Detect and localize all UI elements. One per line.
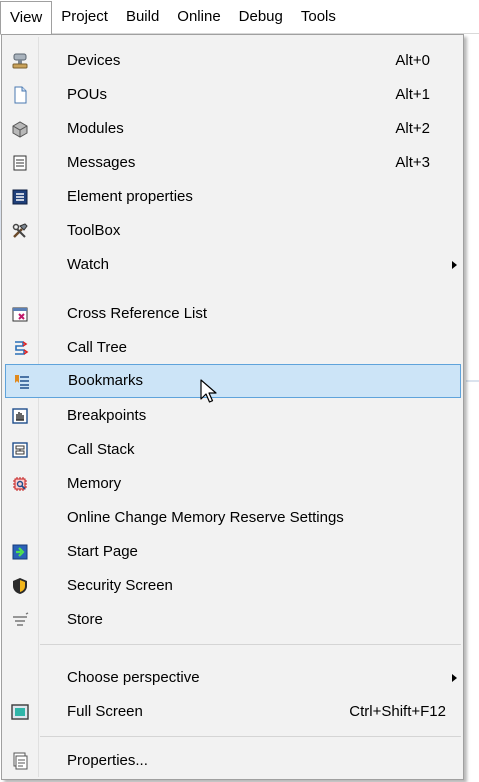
menu-item-shortcut: Ctrl+Shift+F12: [349, 703, 446, 720]
menu-item-label: ToolBox: [67, 222, 121, 239]
menu-item-label: Memory: [67, 475, 122, 492]
call-tree-icon: [15, 341, 29, 355]
element-properties-icon: [12, 189, 28, 205]
menu-item-label: POUs: [67, 86, 108, 103]
menu-item-toolbox[interactable]: ToolBox: [4, 214, 461, 248]
menu-item-label: Store: [67, 611, 103, 628]
menu-item-call-stack[interactable]: Call Stack: [4, 433, 461, 467]
menu-item-label: Online Change Memory Reserve Settings: [67, 509, 344, 526]
submenu-arrow-icon: [452, 674, 457, 682]
menu-item-label: Call Stack: [67, 441, 135, 458]
messages-icon: [13, 155, 27, 171]
menu-item-watch[interactable]: Watch: [4, 248, 461, 282]
menu-item-properties[interactable]: Properties...: [4, 744, 461, 778]
store-icon: [13, 612, 29, 626]
menu-project[interactable]: Project: [52, 0, 117, 34]
menu-item-element-properties[interactable]: Element properties: [4, 180, 461, 214]
menu-item-breakpoints[interactable]: Breakpoints: [4, 399, 461, 433]
menu-item-messages[interactable]: Messages Alt+3: [4, 146, 461, 180]
toolbox-icon: [12, 223, 28, 238]
menu-item-shortcut: Alt+3: [395, 154, 430, 171]
breakpoints-icon: [12, 408, 28, 424]
menu-item-label: Element properties: [67, 188, 193, 205]
view-menu-dropdown: Devices Alt+0 POUs Alt+1 Modules Alt+2 M…: [1, 34, 464, 780]
menu-item-devices[interactable]: Devices Alt+0: [4, 44, 461, 78]
menu-item-bookmarks[interactable]: Bookmarks: [5, 364, 461, 398]
start-page-icon: [12, 544, 28, 560]
menu-item-call-tree[interactable]: Call Tree: [4, 331, 461, 365]
menu-build[interactable]: Build: [117, 0, 168, 34]
menu-debug[interactable]: Debug: [230, 0, 292, 34]
menu-item-store[interactable]: Store: [4, 603, 461, 637]
menu-item-choose-perspective[interactable]: Choose perspective: [4, 661, 461, 695]
menu-item-label: Properties...: [67, 752, 148, 769]
menu-item-pous[interactable]: POUs Alt+1: [4, 78, 461, 112]
devices-icon: [12, 53, 28, 69]
menu-item-label: Watch: [67, 256, 109, 273]
menu-item-shortcut: Alt+1: [395, 86, 430, 103]
menu-item-start-page[interactable]: Start Page: [4, 535, 461, 569]
menu-item-modules[interactable]: Modules Alt+2: [4, 112, 461, 146]
menu-bar: View Project Build Online Debug Tools: [0, 0, 479, 35]
background-window-edge: [466, 380, 479, 382]
modules-icon: [12, 121, 28, 138]
menu-item-label: Cross Reference List: [67, 305, 208, 322]
menu-view[interactable]: View: [0, 1, 53, 35]
bookmarks-icon: [15, 375, 29, 389]
memory-icon: [13, 477, 27, 491]
menu-separator: [40, 736, 461, 737]
menu-item-label: Modules: [67, 120, 124, 137]
menu-item-online-change-memory-reserve-settings[interactable]: Online Change Memory Reserve Settings: [4, 501, 461, 535]
menu-item-label: Bookmarks: [68, 372, 144, 389]
menu-item-label: Security Screen: [67, 577, 173, 594]
menu-item-label: Call Tree: [67, 339, 128, 356]
pous-icon: [14, 86, 27, 104]
menu-item-cross-reference-list[interactable]: Cross Reference List: [4, 297, 461, 331]
menu-item-label: Devices: [67, 52, 121, 69]
submenu-arrow-icon: [452, 261, 457, 269]
cross-reference-icon: [12, 307, 28, 322]
menu-item-full-screen[interactable]: Full Screen Ctrl+Shift+F12: [4, 695, 461, 729]
menu-item-label: Choose perspective: [67, 669, 200, 686]
security-screen-icon: [13, 578, 27, 594]
menu-item-label: Messages: [67, 154, 136, 171]
menu-item-security-screen[interactable]: Security Screen: [4, 569, 461, 603]
menu-online[interactable]: Online: [168, 0, 229, 34]
menu-item-memory[interactable]: Memory: [4, 467, 461, 501]
menu-item-label: Start Page: [67, 543, 138, 560]
menu-tools[interactable]: Tools: [292, 0, 345, 34]
screen: View Project Build Online Debug Tools De…: [0, 0, 479, 782]
menu-separator: [40, 644, 461, 645]
menu-item-label: Full Screen: [67, 703, 143, 720]
call-stack-icon: [12, 442, 28, 458]
full-screen-icon: [11, 704, 29, 720]
menu-item-shortcut: Alt+2: [395, 120, 430, 137]
properties-icon: [13, 752, 28, 770]
menu-item-label: Breakpoints: [67, 407, 147, 424]
menu-item-shortcut: Alt+0: [395, 52, 430, 69]
mouse-pointer-icon: [200, 379, 217, 403]
